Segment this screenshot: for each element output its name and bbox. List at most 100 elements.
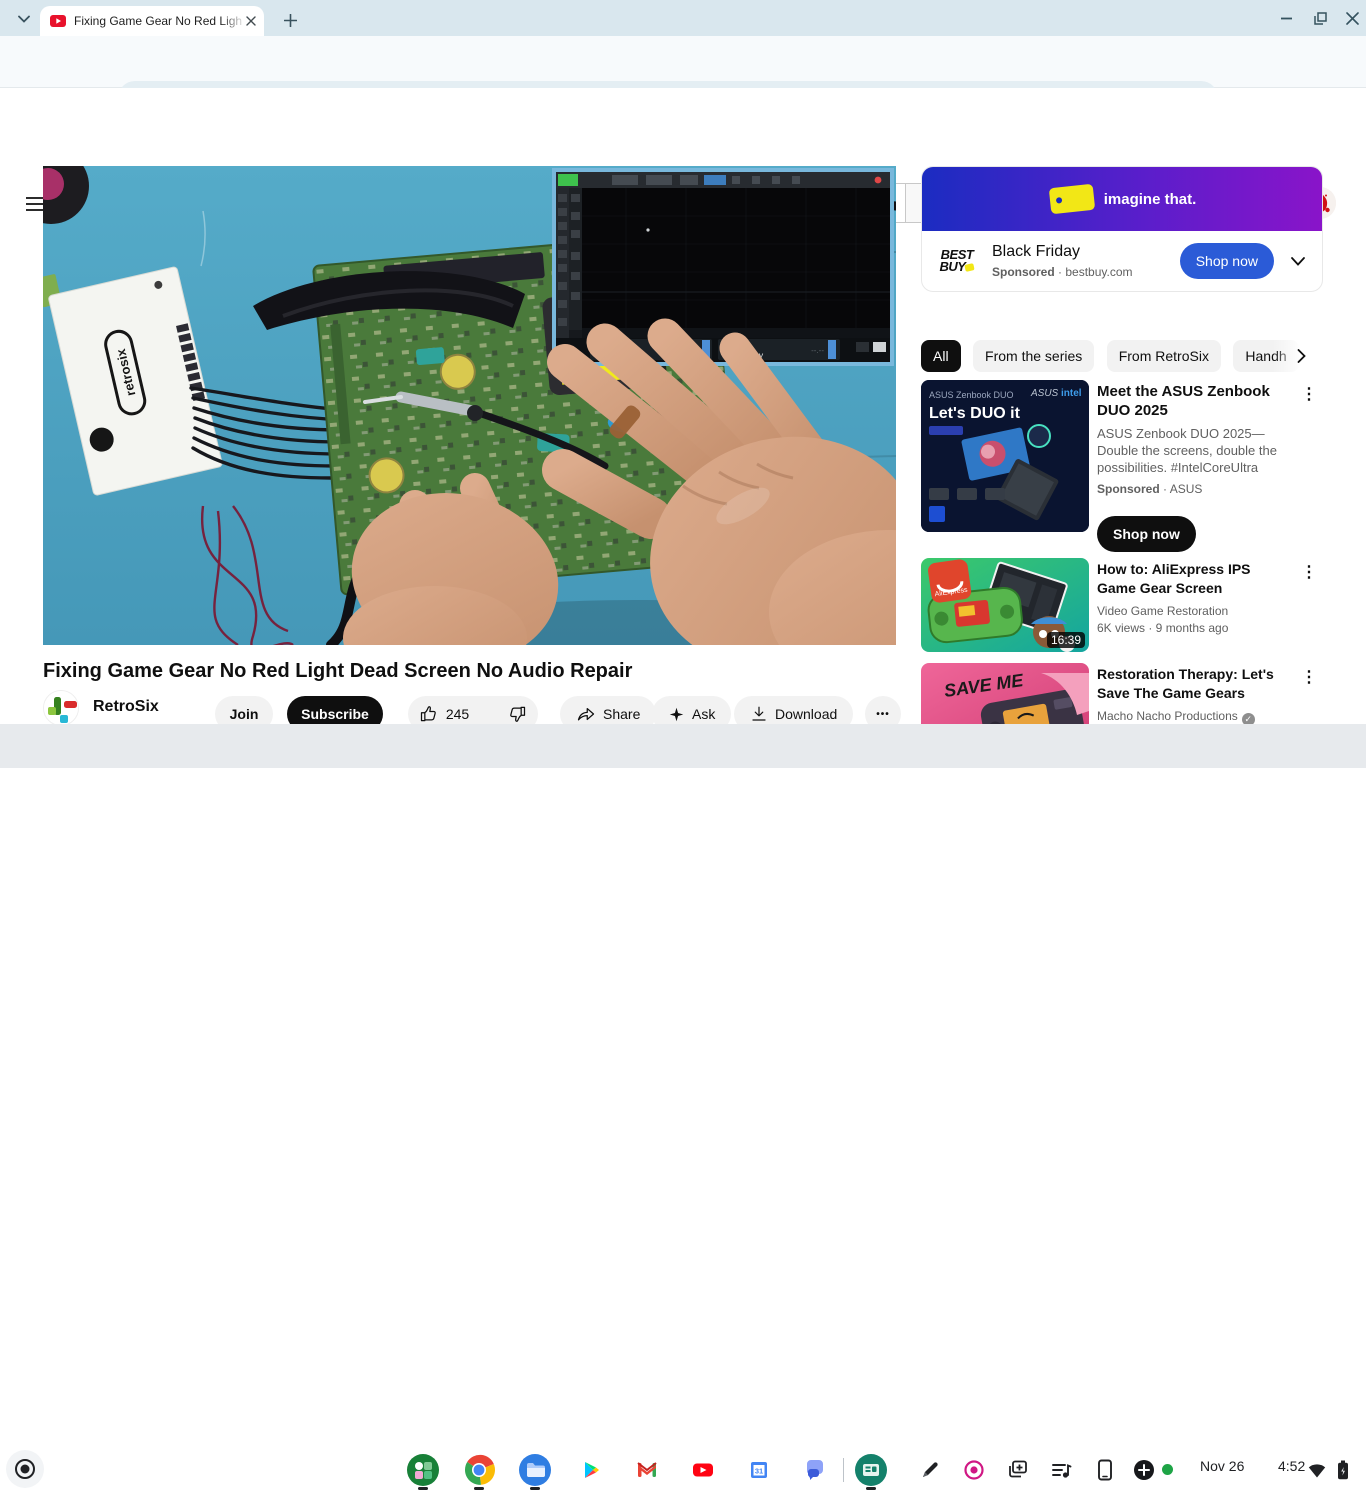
subscribe-label: Subscribe	[301, 706, 369, 722]
chip-all[interactable]: All	[921, 340, 961, 372]
bestbuy-tag-icon	[965, 263, 975, 272]
video-title[interactable]: Restoration Therapy: Let's Save The Game…	[1097, 665, 1293, 703]
stylus-icon[interactable]	[916, 1456, 944, 1484]
tab-strip: Fixing Game Gear No Red Ligh	[0, 0, 1366, 36]
ad-sponsored-line: Sponsored · bestbuy.com	[992, 265, 1133, 279]
launcher-button[interactable]	[6, 1450, 44, 1488]
like-button[interactable]: 245	[405, 704, 481, 724]
asus-ad-thumbnail[interactable]: ASUS Zenbook DUO Let's DUO it ASUS intel	[921, 380, 1089, 532]
video-thumbnail[interactable]: AliExpress 16:39	[921, 558, 1089, 652]
sparkle-icon	[668, 706, 685, 723]
advertiser-name: bestbuy.com	[1065, 265, 1132, 279]
channel-avatar[interactable]	[43, 690, 79, 726]
wifi-icon[interactable]	[1306, 1456, 1328, 1484]
download-icon	[750, 705, 768, 723]
chat-app-icon[interactable]	[799, 1454, 831, 1486]
separator-dot: ·	[1163, 482, 1167, 496]
filter-chips: All From the series From RetroSix Handh	[921, 340, 1323, 372]
video-channel[interactable]: Video Game Restoration	[1097, 603, 1293, 620]
browser-tab[interactable]: Fixing Game Gear No Red Ligh	[40, 6, 264, 36]
price-tag-icon	[1048, 184, 1094, 214]
suggested-video-row[interactable]: AliExpress 16:39 How to: AliExpress IPS …	[921, 558, 1323, 652]
asus-sponsored-line: Sponsored · ASUS	[1097, 481, 1293, 498]
chip-from-retrosix[interactable]: From RetroSix	[1107, 340, 1221, 372]
svg-text:ASUS Zenbook DUO: ASUS Zenbook DUO	[929, 390, 1014, 400]
kebab-menu-icon[interactable]: ⋮	[1299, 384, 1319, 404]
svg-text:Let's DUO it: Let's DUO it	[929, 405, 1021, 422]
sidebar: imagine that. BEST BUY Black Friday Spon…	[921, 166, 1323, 768]
video-duration: 16:39	[1047, 632, 1085, 648]
tab-title: Fixing Game Gear No Red Ligh	[74, 14, 246, 28]
minimize-button[interactable]	[1272, 6, 1300, 30]
separator-dot: ·	[1058, 265, 1062, 279]
asus-ad-title[interactable]: Meet the ASUS Zenbook DUO 2025	[1097, 382, 1293, 420]
video-title[interactable]: How to: AliExpress IPS Game Gear Screen	[1097, 560, 1293, 598]
svg-text:intel: intel	[1061, 388, 1082, 399]
asus-ad-text: Meet the ASUS Zenbook DUO 2025 ASUS Zenb…	[1097, 382, 1293, 498]
tab-close-icon[interactable]	[246, 16, 256, 26]
files-app-icon[interactable]	[519, 1454, 551, 1486]
video-player[interactable]: retrosix	[43, 166, 896, 645]
youtube-header: YouTube Create	[0, 88, 1366, 144]
svg-text:ASUS: ASUS	[1030, 388, 1059, 399]
kebab-menu-icon[interactable]: ⋮	[1299, 562, 1319, 582]
channel-name: Macho Nacho Productions	[1097, 709, 1238, 723]
sponsored-label: Sponsored	[1097, 482, 1160, 496]
ad-banner[interactable]: imagine that.	[922, 167, 1323, 231]
chevron-down-icon[interactable]	[1286, 249, 1310, 273]
thumbs-up-icon	[419, 704, 439, 724]
dislike-button[interactable]	[495, 704, 541, 724]
close-window-button[interactable]	[1338, 6, 1366, 30]
asus-ad-description: ASUS Zenbook DUO 2025—Double the screens…	[1097, 425, 1293, 476]
thumbs-down-icon	[507, 704, 527, 724]
bestbuy-logo: BEST BUY	[934, 249, 980, 273]
asus-shop-now-button[interactable]: Shop now	[1097, 516, 1196, 552]
restore-button[interactable]	[1306, 6, 1334, 30]
calendar-icon[interactable]: 31	[743, 1454, 775, 1486]
screencast-app-icon[interactable]	[855, 1454, 887, 1486]
browser-toolbar: youtube.com/watch?v=FIzUCiQYBiw	[0, 36, 1366, 88]
bestbuy-logo-line2: BUY	[940, 259, 966, 274]
shop-now-button[interactable]: Shop now	[1180, 243, 1274, 279]
like-count: 245	[446, 706, 469, 722]
youtube-app-icon[interactable]	[687, 1454, 719, 1486]
sponsored-label: Sponsored	[992, 265, 1055, 279]
active-indicator	[530, 1487, 540, 1490]
ad-banner-text: imagine that.	[1104, 191, 1197, 208]
shelf-date[interactable]: Nov 26	[1200, 1458, 1244, 1474]
green-apps-icon[interactable]	[407, 1454, 439, 1486]
video-text: Restoration Therapy: Let's Save The Game…	[1097, 665, 1293, 726]
bestbuy-ad-card[interactable]: imagine that. BEST BUY Black Friday Spon…	[921, 166, 1323, 292]
shop-now-label: Shop now	[1113, 526, 1180, 542]
channel-name[interactable]: RetroSix	[93, 698, 159, 716]
asus-ad-row[interactable]: ASUS Zenbook DUO Let's DUO it ASUS intel…	[921, 380, 1323, 552]
ad-title: Black Friday	[992, 243, 1133, 261]
join-label: Join	[230, 706, 259, 722]
active-indicator	[474, 1487, 484, 1490]
battery-icon[interactable]	[1332, 1456, 1354, 1484]
phone-hub-icon[interactable]	[1091, 1456, 1119, 1484]
shelf-time[interactable]: 4:52	[1278, 1458, 1305, 1474]
ask-label: Ask	[692, 706, 715, 722]
new-tab-button[interactable]	[278, 8, 302, 32]
shop-now-label: Shop now	[1196, 253, 1258, 269]
chips-next-arrow-icon[interactable]	[1289, 344, 1313, 368]
active-indicator	[418, 1487, 428, 1490]
kebab-menu-icon[interactable]: ⋮	[1299, 667, 1319, 687]
tab-favicon-youtube-icon	[50, 15, 66, 27]
media-playlist-icon[interactable]	[1047, 1456, 1075, 1484]
screen-capture-icon[interactable]	[1004, 1456, 1032, 1484]
screen-record-icon[interactable]	[960, 1456, 988, 1484]
chrome-icon[interactable]	[463, 1454, 495, 1486]
status-plus-icon[interactable]	[1130, 1456, 1158, 1484]
advertiser-name: ASUS	[1170, 482, 1203, 496]
video-frame: retrosix	[43, 166, 896, 645]
tab-search-chevron-icon[interactable]	[12, 7, 36, 31]
chip-from-the-series[interactable]: From the series	[973, 340, 1094, 372]
share-label: Share	[603, 706, 640, 722]
share-icon	[576, 704, 596, 724]
gmail-icon[interactable]	[631, 1454, 663, 1486]
video-title: Fixing Game Gear No Red Light Dead Scree…	[43, 660, 896, 683]
play-store-icon[interactable]	[575, 1454, 607, 1486]
ad-text-block: Black Friday Sponsored · bestbuy.com	[992, 243, 1133, 279]
